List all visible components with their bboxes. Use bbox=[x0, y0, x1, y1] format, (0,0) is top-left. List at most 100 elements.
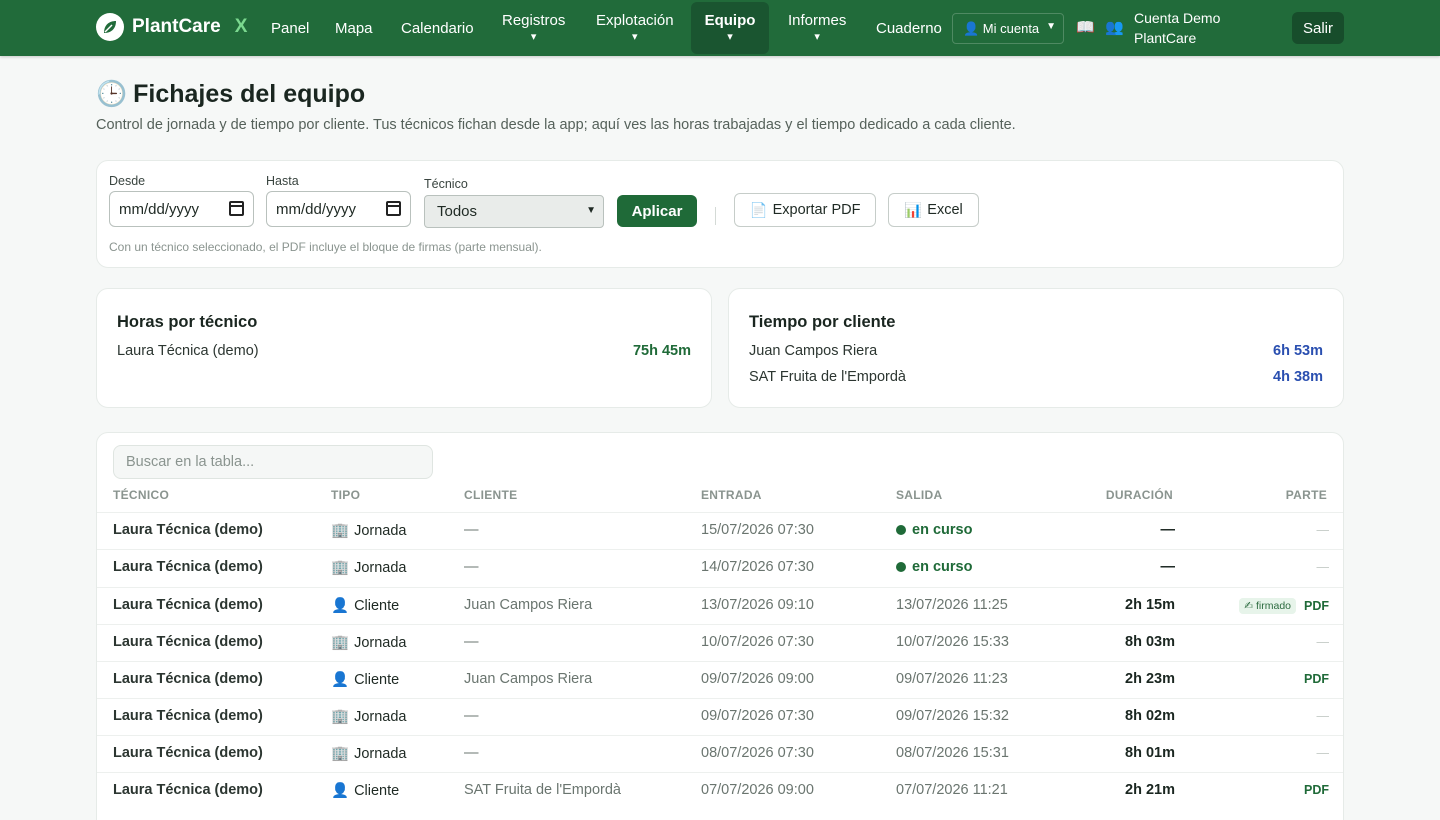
book-icon[interactable]: 📖 bbox=[1076, 18, 1095, 36]
cell-entrada: 13/07/2026 09:10 bbox=[701, 597, 814, 613]
person-icon: 👤 bbox=[331, 672, 350, 688]
hours-by-technician-card: Horas por técnico Laura Técnica (demo) 7… bbox=[96, 288, 712, 408]
person-icon: 👤 bbox=[331, 598, 350, 614]
cell-tipo-label: Jornada bbox=[354, 634, 407, 651]
cell-entrada: 10/07/2026 07:30 bbox=[701, 634, 814, 650]
column-header-duracion[interactable]: DURACIÓN bbox=[1106, 488, 1173, 502]
client-name: Juan Campos Riera bbox=[749, 343, 878, 359]
table-row[interactable]: Laura Técnica (demo) 👤 Cliente Juan Campos … bbox=[97, 661, 1343, 698]
caret-down-icon: ▾ bbox=[814, 30, 820, 43]
live-status-dot-icon bbox=[896, 562, 906, 572]
team-icon[interactable]: 👥 bbox=[1105, 18, 1124, 36]
cell-entrada: 07/07/2026 09:00 bbox=[701, 782, 814, 798]
column-header-entrada[interactable]: ENTRADA bbox=[701, 488, 762, 502]
time-by-client-card: Tiempo por cliente Juan Campos Riera 6h … bbox=[728, 288, 1344, 408]
column-header-parte[interactable]: PARTE bbox=[1286, 488, 1327, 502]
nav-mapa[interactable]: Mapa bbox=[335, 0, 373, 56]
account-select[interactable]: 👤 Mi cuenta ▼ bbox=[952, 13, 1064, 44]
table-row[interactable]: Laura Técnica (demo) 🏢 Jornada — 14/07/2026 … bbox=[97, 549, 1343, 586]
cell-salida: 09/07/2026 15:32 bbox=[896, 708, 1009, 724]
cell-entrada: 14/07/2026 07:30 bbox=[701, 559, 814, 575]
time-entries-card: Buscar en la tabla... TÉCNICO TIPO CLIEN… bbox=[96, 432, 1344, 820]
page-title: 🕒 Fichajes del equipo bbox=[96, 80, 365, 109]
cell-cliente: Juan Campos Riera bbox=[464, 597, 593, 613]
cell-cliente: — bbox=[464, 559, 479, 575]
cell-duracion: 8h 01m bbox=[1125, 745, 1175, 761]
table-row[interactable]: Laura Técnica (demo) 🏢 Jornada — 15/07/2026 … bbox=[97, 512, 1343, 549]
client-time-row: Juan Campos Riera 6h 53m bbox=[749, 343, 1323, 363]
building-icon: 🏢 bbox=[331, 709, 350, 725]
page-title-text: Fichajes del equipo bbox=[133, 80, 366, 108]
bar-chart-icon: 📊 bbox=[904, 202, 923, 219]
table-row[interactable]: Laura Técnica (demo) 👤 Cliente Juan Campos … bbox=[97, 587, 1343, 624]
cell-parte: — bbox=[1317, 709, 1330, 723]
export-pdf-button[interactable]: 📄 Exportar PDF bbox=[734, 193, 876, 227]
apply-button[interactable]: Aplicar bbox=[617, 195, 697, 227]
nav-equipo[interactable]: Equipo ▾ bbox=[691, 2, 769, 54]
nav-calendario[interactable]: Calendario bbox=[401, 0, 474, 56]
excel-button[interactable]: 📊 Excel bbox=[888, 193, 979, 227]
table-row[interactable]: Laura Técnica (demo) 🏢 Jornada — 09/07/2026 … bbox=[97, 698, 1343, 735]
desde-date-input[interactable]: mm/dd/yyyy bbox=[109, 191, 254, 227]
nav-explotacion[interactable]: Explotación ▾ bbox=[596, 0, 674, 56]
column-header-salida[interactable]: SALIDA bbox=[896, 488, 942, 502]
hours-by-technician-title: Horas por técnico bbox=[117, 313, 258, 331]
account-select-value: 👤 Mi cuenta bbox=[963, 20, 1040, 36]
time-by-client-title: Tiempo por cliente bbox=[749, 313, 896, 331]
column-header-cliente[interactable]: CLIENTE bbox=[464, 488, 517, 502]
cell-tipo: 🏢 Jornada bbox=[331, 708, 406, 726]
cell-tipo-label: Cliente bbox=[354, 782, 400, 799]
logout-button[interactable]: Salir bbox=[1292, 12, 1344, 44]
client-time-row: SAT Fruita de l'Empordà 4h 38m bbox=[749, 369, 1323, 389]
parte-pdf-link[interactable]: PDF bbox=[1304, 672, 1329, 686]
nav-informes[interactable]: Informes ▾ bbox=[788, 0, 846, 56]
cell-salida: 07/07/2026 11:21 bbox=[896, 782, 1008, 798]
filter-card: Desde mm/dd/yyyy Hasta mm/dd/yyyy Técnic… bbox=[96, 160, 1344, 268]
column-header-tipo[interactable]: TIPO bbox=[331, 488, 360, 502]
building-icon: 🏢 bbox=[331, 523, 350, 539]
nav-registros[interactable]: Registros ▾ bbox=[502, 0, 565, 56]
excel-label: Excel bbox=[927, 202, 963, 218]
cell-tecnico: Laura Técnica (demo) bbox=[113, 522, 263, 538]
cell-entrada: 09/07/2026 09:00 bbox=[701, 671, 814, 687]
table-row[interactable]: Laura Técnica (demo) 👤 Cliente SAT Fruita d… bbox=[97, 772, 1343, 809]
nav-panel[interactable]: Panel bbox=[271, 0, 309, 56]
cell-parte: — bbox=[1317, 635, 1330, 649]
parte-pdf-link[interactable]: PDF bbox=[1304, 783, 1329, 797]
cell-parte: ✍ firmado PDF bbox=[1239, 598, 1329, 614]
caret-down-icon: ▾ bbox=[632, 30, 638, 43]
document-icon: 📄 bbox=[749, 202, 768, 219]
client-time-value: 4h 38m bbox=[1273, 369, 1323, 385]
table-search-input[interactable]: Buscar en la tabla... bbox=[113, 445, 433, 479]
technician-name: Laura Técnica (demo) bbox=[117, 343, 259, 359]
clock-icon: 🕒 bbox=[96, 80, 128, 108]
building-icon: 🏢 bbox=[331, 560, 350, 576]
cell-tecnico: Laura Técnica (demo) bbox=[113, 597, 263, 613]
cell-salida: 10/07/2026 15:33 bbox=[896, 634, 1009, 650]
parte-empty: — bbox=[1316, 635, 1330, 649]
cell-tipo: 👤 Cliente bbox=[331, 597, 400, 615]
hasta-date-input[interactable]: mm/dd/yyyy bbox=[266, 191, 411, 227]
hasta-date-value: mm/dd/yyyy bbox=[276, 200, 357, 218]
technician-hours-row: Laura Técnica (demo) 75h 45m bbox=[117, 343, 691, 363]
nav-registros-label: Registros bbox=[502, 11, 566, 29]
nav-cuaderno[interactable]: Cuaderno bbox=[876, 0, 942, 56]
cell-cliente: — bbox=[464, 745, 479, 761]
brand-name: PlantCare bbox=[132, 16, 221, 37]
cell-cliente: — bbox=[464, 708, 479, 724]
tecnico-select[interactable]: Todos ▼ bbox=[424, 195, 604, 228]
cell-tipo: 🏢 Jornada bbox=[331, 559, 406, 577]
technician-hours-value: 75h 45m bbox=[632, 343, 691, 359]
cell-tipo-label: Cliente bbox=[354, 597, 400, 614]
column-header-tecnico[interactable]: TÉCNICO bbox=[113, 488, 169, 502]
cell-duracion: 8h 02m bbox=[1125, 708, 1175, 724]
table-row[interactable]: Laura Técnica (demo) 🏢 Jornada — 10/07/2026 … bbox=[97, 624, 1343, 661]
table-row[interactable]: Laura Técnica (demo) 🏢 Jornada — 08/07/2026 … bbox=[97, 735, 1343, 772]
calendar-icon[interactable] bbox=[229, 201, 244, 216]
cell-cliente: Juan Campos Riera bbox=[464, 671, 593, 687]
brand[interactable]: PlantCare X bbox=[96, 13, 247, 41]
parte-pdf-link[interactable]: PDF bbox=[1304, 599, 1329, 613]
cell-salida: 09/07/2026 11:23 bbox=[896, 671, 1008, 687]
cell-tipo-label: Jornada bbox=[354, 522, 407, 539]
calendar-icon[interactable] bbox=[386, 201, 401, 216]
